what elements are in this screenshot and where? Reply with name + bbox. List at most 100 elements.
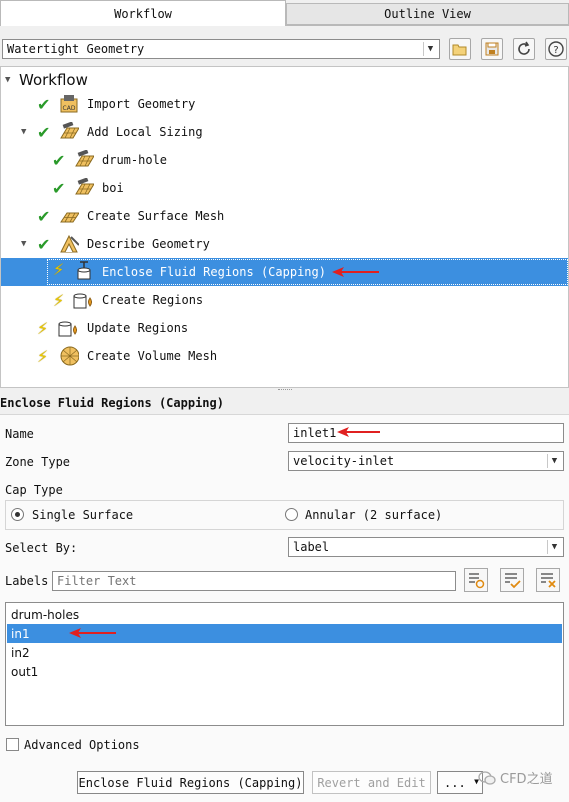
tree-item-label: Update Regions <box>87 321 189 335</box>
svg-text:CAD: CAD <box>63 105 76 112</box>
revert-button-label: Revert and Edit <box>317 775 426 790</box>
zone-type-select[interactable]: velocity-inlet ▼ <box>288 451 564 471</box>
refresh-icon <box>518 41 530 55</box>
tree-item-label: Create Volume Mesh <box>87 349 218 363</box>
watermark-text: CFD之道 <box>500 772 553 787</box>
tree-item-enclose-fluid-regions[interactable]: ⚡ Enclose Fluid Regions (Capping) <box>1 258 568 286</box>
save-icon <box>485 42 499 56</box>
select-by-value: label <box>293 540 330 554</box>
workflow-type-value: Watertight Geometry <box>7 42 145 56</box>
tree-item-create-volume-mesh[interactable]: ⚡ Create Volume Mesh <box>1 343 568 369</box>
enclose-fluid-regions-button[interactable]: Enclose Fluid Regions (Capping) <box>77 771 304 794</box>
list-filter-icon <box>469 573 485 589</box>
tree-item-import-geometry[interactable]: ✔ CAD Import Geometry <box>1 91 568 117</box>
radio-annular[interactable] <box>285 508 298 521</box>
tree-item-label: Describe Geometry <box>87 237 210 251</box>
tree-item-label: Import Geometry <box>87 97 196 111</box>
open-button[interactable] <box>449 38 471 60</box>
select-matching-button[interactable] <box>464 568 488 592</box>
list-item[interactable]: drum-holes <box>7 605 562 624</box>
tree-item-label: drum-hole <box>102 153 168 167</box>
help-button[interactable]: ? <box>545 38 567 60</box>
folder-open-icon <box>452 44 467 56</box>
chevron-down-icon: ▼ <box>423 42 437 56</box>
tree-root-workflow[interactable]: ▼ Workflow <box>1 67 568 93</box>
deselect-all-button[interactable] <box>536 568 560 592</box>
check-icon: ✔ <box>37 94 51 114</box>
more-options-button[interactable]: ... ▼ <box>437 771 483 794</box>
mesh-sizing-icon <box>74 150 94 170</box>
check-icon: ✔ <box>37 206 51 226</box>
labels-list[interactable]: drum-holes in1 in2 out1 <box>5 602 564 726</box>
name-label: Name <box>5 427 34 441</box>
tree-item-update-regions[interactable]: ⚡ Update Regions <box>1 315 568 341</box>
tree-item-label: Add Local Sizing <box>87 125 203 139</box>
select-by-label: Select By: <box>5 541 78 555</box>
collapse-icon[interactable]: ▼ <box>21 239 26 249</box>
svg-text:?: ? <box>553 45 558 56</box>
advanced-options-checkbox[interactable] <box>6 738 19 751</box>
radio-single-surface-label: Single Surface <box>32 508 134 522</box>
cad-icon: CAD <box>59 94 79 114</box>
radio-single-surface[interactable] <box>11 508 24 521</box>
wechat-icon <box>478 770 496 785</box>
tree-item-drum-hole[interactable]: ✔ drum-hole <box>1 147 568 173</box>
save-button[interactable] <box>481 38 503 60</box>
chevron-down-icon: ▼ <box>547 454 561 468</box>
volume-mesh-icon <box>59 346 79 366</box>
watermark: CFD之道 <box>478 768 553 787</box>
refresh-button[interactable] <box>513 38 535 60</box>
zone-type-label: Zone Type <box>5 455 71 469</box>
workflow-type-select[interactable]: Watertight Geometry ▼ <box>2 39 440 59</box>
collapse-icon[interactable]: ▼ <box>5 75 10 85</box>
advanced-options-label: Advanced Options <box>24 738 140 752</box>
pending-bolt-icon: ⚡ <box>53 290 65 310</box>
capping-icon <box>74 261 94 281</box>
tree-item-label: boi <box>102 181 124 195</box>
help-icon: ? <box>548 41 564 57</box>
list-clear-icon <box>541 573 556 588</box>
list-item[interactable]: out1 <box>7 662 562 681</box>
tab-workflow-label: Workflow <box>114 6 172 21</box>
tree-root-label: Workflow <box>19 71 88 89</box>
pending-bolt-icon: ⚡ <box>37 346 49 366</box>
select-all-button[interactable] <box>500 568 524 592</box>
pending-bolt-icon: ⚡ <box>37 318 49 338</box>
more-button-label: ... <box>444 775 466 790</box>
list-item[interactable]: in2 <box>7 643 562 662</box>
revert-and-edit-button[interactable]: Revert and Edit <box>312 771 431 794</box>
check-icon: ✔ <box>52 150 66 170</box>
tab-workflow[interactable]: Workflow <box>0 0 286 26</box>
red-arrow-icon <box>337 427 380 437</box>
geometry-ruler-icon <box>59 234 79 254</box>
tree-item-create-regions[interactable]: ⚡ Create Regions <box>1 287 568 313</box>
tab-outline-label: Outline View <box>384 7 471 21</box>
chevron-down-icon: ▼ <box>547 540 561 554</box>
tab-outline-view[interactable]: Outline View <box>286 3 569 25</box>
name-input[interactable]: inlet1 <box>288 423 564 443</box>
tree-item-create-surface-mesh[interactable]: ✔ Create Surface Mesh <box>1 203 568 229</box>
regions-icon <box>72 290 92 310</box>
zone-type-value: velocity-inlet <box>293 454 395 468</box>
enclose-button-label: Enclose Fluid Regions (Capping) <box>78 775 303 790</box>
tree-item-add-local-sizing[interactable]: ▼ ✔ Add Local Sizing <box>1 119 568 145</box>
check-icon: ✔ <box>52 178 66 198</box>
radio-annular-label: Annular (2 surface) <box>305 508 443 522</box>
tree-item-label: Create Regions <box>102 293 204 307</box>
splitter-handle[interactable] <box>278 389 292 392</box>
filter-text-input[interactable] <box>52 571 456 591</box>
panel-title: Enclose Fluid Regions (Capping) <box>0 396 224 410</box>
tree-item-describe-geometry[interactable]: ▼ ✔ Describe Geometry <box>1 231 568 257</box>
workflow-tree: ▼ Workflow ✔ CAD Import Geometry ▼ ✔ Add… <box>0 66 569 388</box>
mesh-sizing-icon <box>74 178 94 198</box>
tree-item-label: Create Surface Mesh <box>87 209 225 223</box>
select-by-select[interactable]: label ▼ <box>288 537 564 557</box>
tree-item-label: Enclose Fluid Regions (Capping) <box>102 265 326 279</box>
collapse-icon[interactable]: ▼ <box>21 127 26 137</box>
mesh-sizing-icon <box>59 122 79 142</box>
tree-item-boi[interactable]: ✔ boi <box>1 175 568 201</box>
name-input-value: inlet1 <box>293 426 337 440</box>
list-check-icon <box>505 573 521 589</box>
surface-mesh-icon <box>59 206 79 226</box>
regions-icon <box>57 318 77 338</box>
